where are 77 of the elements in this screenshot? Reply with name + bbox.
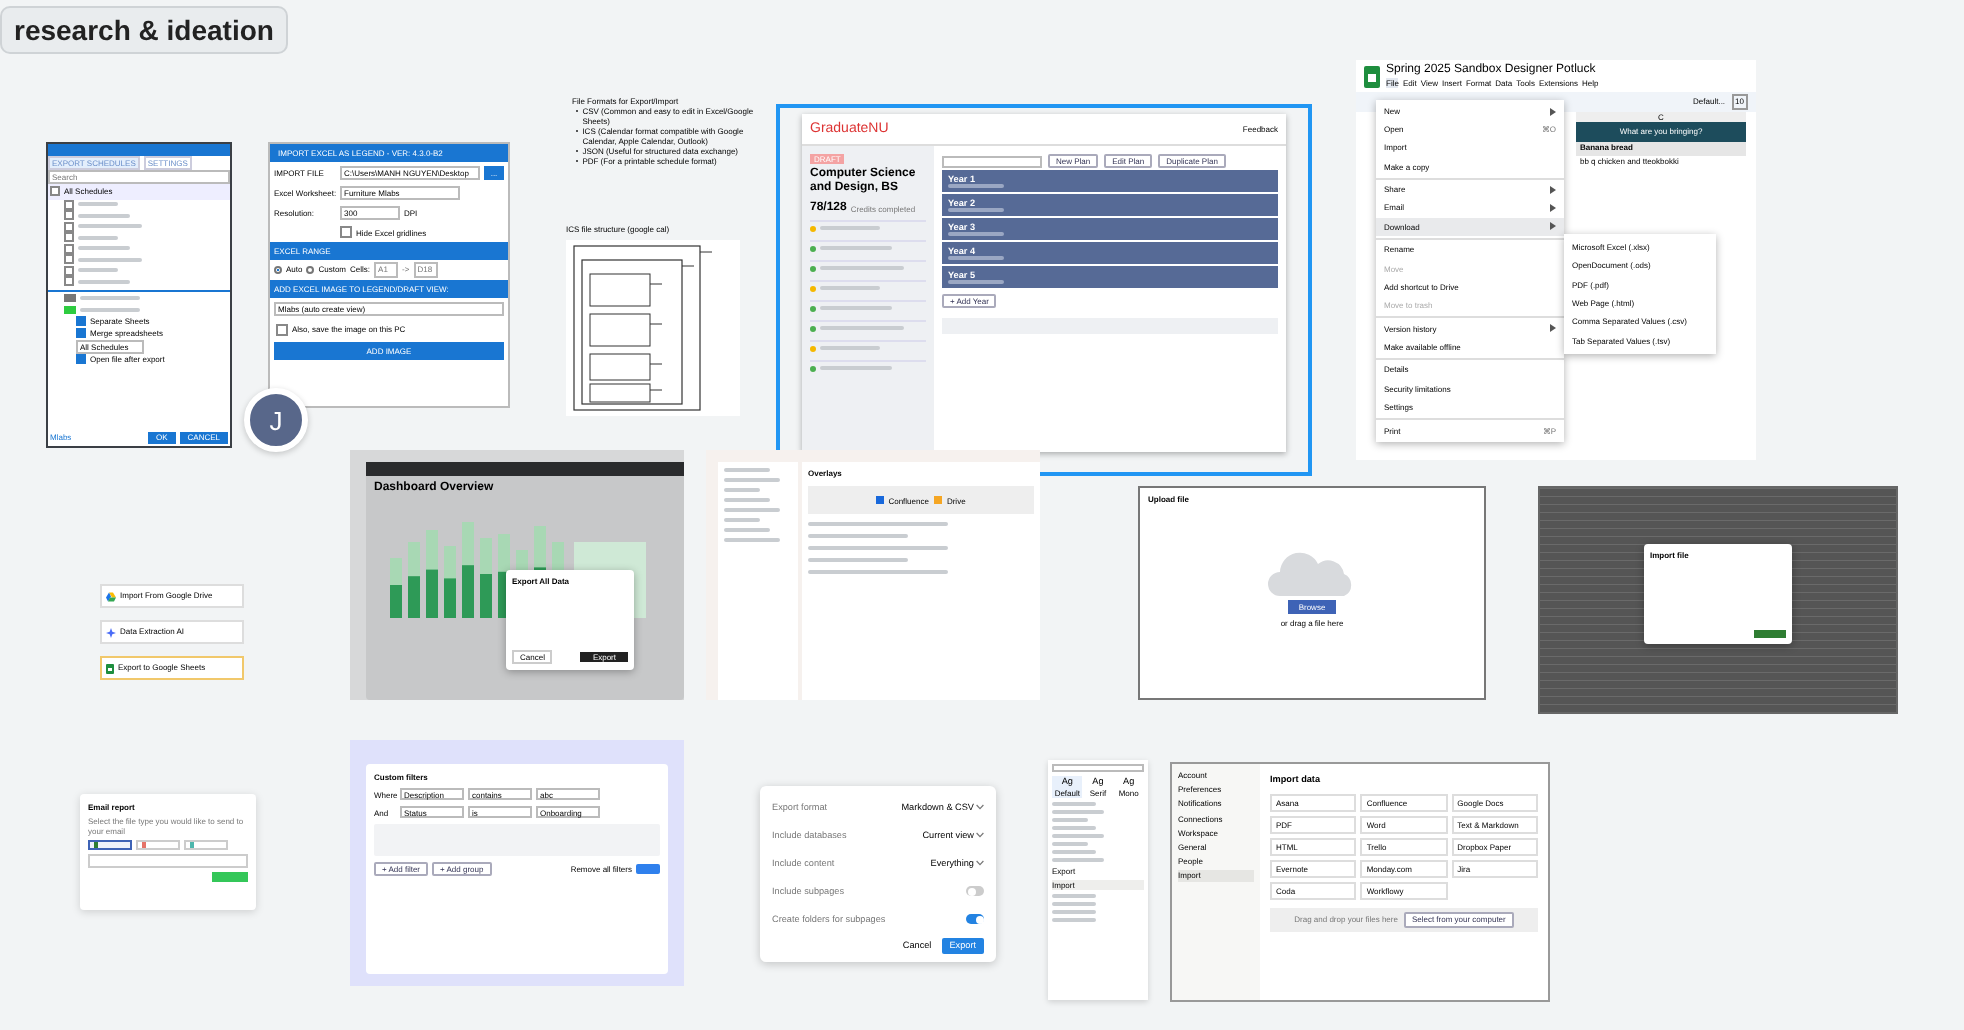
blurred-text bbox=[1052, 833, 1104, 838]
blurred-text bbox=[1052, 910, 1096, 915]
checkbox[interactable] bbox=[64, 243, 74, 254]
triangle-icon bbox=[106, 591, 116, 601]
blurred-text bbox=[820, 306, 892, 311]
blurred-text bbox=[820, 246, 892, 251]
submenu-arrow-icon bbox=[1550, 185, 1556, 194]
blurred-text bbox=[1052, 902, 1096, 907]
checkbox[interactable] bbox=[64, 254, 74, 265]
chevron-icon bbox=[976, 832, 984, 839]
blurred-text bbox=[80, 296, 140, 301]
blurred-text bbox=[808, 546, 948, 551]
radio-button[interactable] bbox=[306, 266, 315, 275]
board-title: research & ideation bbox=[0, 6, 288, 54]
apply-button[interactable] bbox=[636, 864, 660, 875]
blurred-text bbox=[1052, 849, 1096, 854]
search-field[interactable] bbox=[1052, 764, 1144, 772]
spreadsheet-icon bbox=[106, 663, 114, 673]
submenu-arrow-icon bbox=[1550, 107, 1556, 116]
blurred-text bbox=[1052, 894, 1096, 899]
blurred-text bbox=[1052, 801, 1096, 806]
blurred-text bbox=[948, 232, 1004, 237]
checkbox[interactable] bbox=[64, 265, 74, 276]
blurred-text bbox=[820, 226, 880, 231]
checkbox[interactable] bbox=[276, 323, 288, 336]
cloud-icon bbox=[1268, 548, 1356, 597]
user-avatar[interactable]: J bbox=[244, 388, 308, 452]
blurred-text bbox=[78, 224, 142, 229]
checkbox[interactable] bbox=[64, 210, 74, 221]
sparkle-icon bbox=[106, 627, 116, 637]
blurred-text bbox=[1052, 857, 1104, 862]
blurred-text bbox=[820, 266, 904, 271]
blurred-text bbox=[948, 208, 1004, 213]
blurred-text bbox=[78, 246, 130, 251]
blurred-text bbox=[78, 268, 118, 273]
blurred-text bbox=[80, 307, 140, 312]
spreadsheet-icon bbox=[1364, 65, 1380, 88]
file-type-option[interactable] bbox=[88, 840, 132, 851]
blurred-text bbox=[820, 326, 904, 331]
blurred-text bbox=[1052, 825, 1096, 830]
blurred-text bbox=[1052, 841, 1088, 846]
plan-dropdown[interactable] bbox=[942, 155, 1042, 168]
blurred-text bbox=[820, 366, 892, 371]
blurred-text bbox=[948, 280, 1004, 285]
blurred-text bbox=[820, 346, 880, 351]
blurred-text bbox=[948, 184, 1004, 189]
checkbox[interactable] bbox=[76, 316, 86, 327]
chevron-icon bbox=[976, 804, 984, 810]
submenu-arrow-icon bbox=[1550, 324, 1556, 333]
toggle-switch[interactable] bbox=[966, 914, 984, 925]
checkbox[interactable] bbox=[50, 186, 60, 197]
checkbox[interactable] bbox=[64, 276, 74, 287]
checkbox[interactable] bbox=[340, 226, 352, 239]
blurred-text bbox=[1052, 809, 1104, 814]
checkbox[interactable] bbox=[76, 328, 86, 339]
blurred-text bbox=[808, 522, 948, 527]
radio-button[interactable] bbox=[274, 266, 282, 275]
blurred-text bbox=[78, 257, 142, 262]
blurred-text bbox=[78, 235, 118, 240]
chevron-icon bbox=[976, 860, 984, 867]
checkbox[interactable] bbox=[64, 232, 74, 243]
blurred-text bbox=[808, 570, 948, 575]
blurred-text bbox=[1052, 817, 1088, 822]
email-field[interactable] bbox=[88, 854, 248, 869]
blurred-text bbox=[820, 286, 880, 291]
checkbox[interactable] bbox=[64, 221, 74, 232]
blurred-text bbox=[78, 202, 118, 207]
blurred-text bbox=[78, 213, 130, 218]
checkbox[interactable] bbox=[76, 354, 86, 365]
toggle-switch[interactable] bbox=[966, 886, 984, 897]
checkbox[interactable] bbox=[64, 199, 74, 210]
blurred-text bbox=[78, 279, 130, 284]
blurred-text bbox=[808, 558, 908, 563]
blurred-text bbox=[808, 534, 908, 539]
blurred-text bbox=[948, 256, 1004, 261]
blurred-text bbox=[1052, 918, 1096, 923]
send-button[interactable] bbox=[212, 872, 248, 883]
